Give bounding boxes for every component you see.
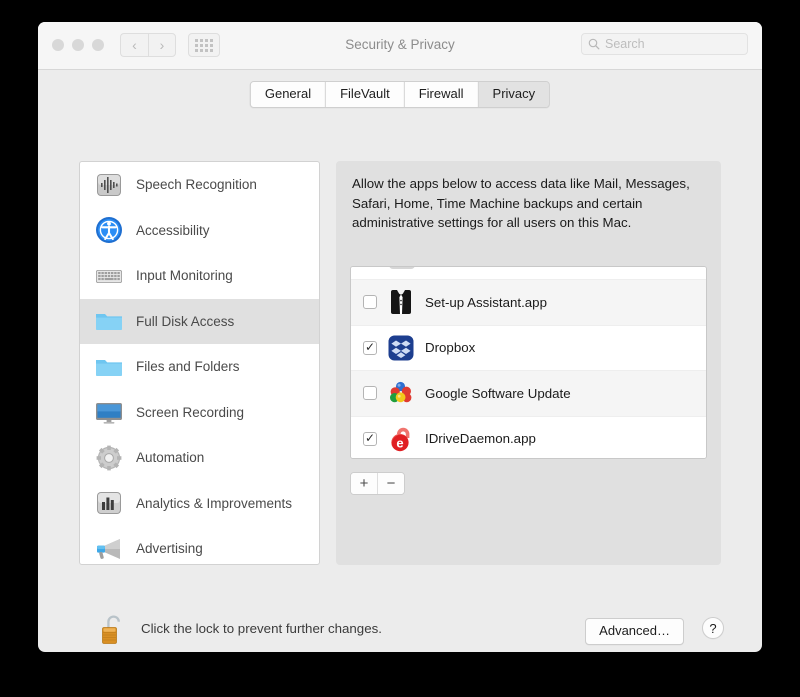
add-app-button[interactable]: + [351,473,378,494]
preferences-body: Speech Recognition Accessibility Input M… [38,116,762,652]
search-input[interactable] [605,37,741,51]
idrive-icon: e [387,425,415,453]
sidebar-item-label: Speech Recognition [136,177,257,193]
remove-app-button[interactable]: − [378,473,404,494]
pane-description: Allow the apps below to access data like… [352,176,690,230]
display-icon [94,397,124,427]
accessibility-icon [94,215,124,245]
tuxedo-icon [387,288,415,316]
table-row[interactable]: ✓ e IDriveDaemon.app [351,415,706,458]
bar-chart-icon [94,488,124,518]
sidebar-item-input-monitoring[interactable]: Input Monitoring [80,253,319,299]
lock-hint-text: Click the lock to prevent further change… [141,621,382,636]
app-name: IDriveDaemon.app [425,431,536,447]
partial-app-icon [389,267,415,269]
privacy-detail-pane: Allow the apps below to access data like… [336,161,721,565]
unlocked-padlock-icon[interactable] [101,612,127,646]
clipped-scroll-row [351,267,706,279]
sidebar-item-label: Accessibility [136,222,210,238]
tab-bar: General FileVault Firewall Privacy [38,70,762,117]
tab-general[interactable]: General [250,82,327,107]
table-row[interactable]: Set-up Assistant.app [351,279,706,325]
sidebar-item-accessibility[interactable]: Accessibility [80,208,319,254]
tab-privacy[interactable]: Privacy [478,82,550,107]
dropbox-icon [387,334,415,362]
sidebar-item-analytics-improvements[interactable]: Analytics & Improvements [80,481,319,527]
tab-firewall[interactable]: Firewall [404,82,479,107]
sidebar-item-advertising[interactable]: Advertising [80,526,319,564]
checkmark-icon: ✓ [364,340,376,355]
google-spheres-icon [387,379,415,407]
table-row[interactable]: Google Software Update [351,370,706,416]
sidebar-item-automation[interactable]: Automation [80,435,319,481]
search-icon [588,38,600,50]
privacy-category-list[interactable]: Speech Recognition Accessibility Input M… [79,161,320,565]
keyboard-icon [94,261,124,291]
sidebar-item-label: Analytics & Improvements [136,495,293,511]
sidebar-item-label: Screen Recording [136,404,245,420]
sidebar-item-label: Full Disk Access [136,313,235,329]
app-checkbox-setup-assistant[interactable] [363,295,377,310]
app-name: Dropbox [425,340,476,356]
preferences-window: ‹ › Security & Privacy General FileVault… [38,22,762,652]
app-checkbox-idrivedaemon[interactable]: ✓ [363,431,377,446]
sidebar-item-label: Advertising [136,541,203,557]
checkmark-icon: ✓ [364,431,376,446]
gear-icon [94,443,124,473]
app-checkbox-dropbox[interactable]: ✓ [363,340,377,355]
sidebar-item-label: Automation [136,450,205,466]
app-checkbox-google-software-update[interactable] [363,386,377,401]
sidebar-item-files-and-folders[interactable]: Files and Folders [80,344,319,390]
folder-icon [94,306,124,336]
sidebar-item-label: Files and Folders [136,359,240,375]
bottom-bar: Click the lock to prevent further change… [38,588,762,652]
advanced-button[interactable]: Advanced… [585,618,684,645]
svg-text:e: e [396,435,403,450]
add-remove-button-group[interactable]: + − [350,472,405,495]
folder-icon [94,352,124,382]
megaphone-icon [94,534,124,564]
sidebar-item-full-disk-access[interactable]: Full Disk Access [80,298,319,344]
help-button[interactable]: ? [702,617,724,639]
sidebar-item-label: Input Monitoring [136,268,233,284]
search-field[interactable] [581,33,748,55]
tab-filevault[interactable]: FileVault [326,82,405,107]
table-row[interactable]: ✓ Dropbox [351,324,706,370]
title-bar: ‹ › Security & Privacy [38,22,762,70]
app-name: Set-up Assistant.app [425,294,547,310]
app-name: Google Software Update [425,385,571,401]
waveform-icon [94,170,124,200]
app-permission-list[interactable]: Set-up Assistant.app ✓ Dropbox Google So… [350,266,707,459]
sidebar-item-screen-recording[interactable]: Screen Recording [80,390,319,436]
sidebar-item-speech-recognition[interactable]: Speech Recognition [80,162,319,208]
